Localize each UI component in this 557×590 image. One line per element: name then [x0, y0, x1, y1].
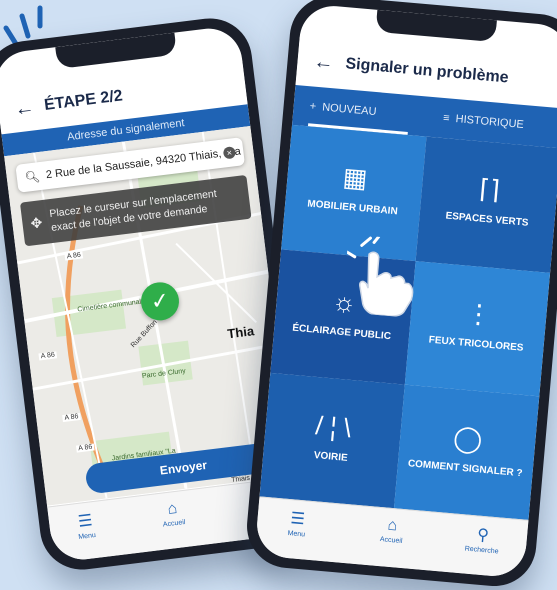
- question-icon: ◯: [452, 421, 484, 455]
- back-arrow-icon[interactable]: ←: [13, 96, 36, 121]
- phone-notch: [375, 9, 497, 43]
- tile-voirie[interactable]: / ¦ \ VOIRIE: [259, 373, 405, 510]
- tile-label: ESPACES VERTS: [445, 210, 529, 230]
- bench-icon: ▦: [341, 161, 369, 194]
- hamburger-icon: ☰: [289, 510, 306, 529]
- pointing-hand-icon: [345, 235, 414, 317]
- search-icon: 🔍︎: [24, 169, 41, 185]
- move-cursor-icon: ✥: [29, 213, 44, 231]
- tile-label: FEUX TRICOLORES: [428, 334, 524, 354]
- nav-menu[interactable]: ☰ Menu: [266, 506, 328, 540]
- tile-label: ÉCLAIRAGE PUBLIC: [291, 322, 392, 343]
- tree-icon: ⌈⌉: [478, 173, 502, 206]
- back-arrow-icon[interactable]: ←: [313, 51, 335, 76]
- tile-espaces-verts[interactable]: ⌈⌉ ESPACES VERTS: [415, 136, 557, 273]
- right-phone: ← Signaler un problème + NOUVEAU ≡ HISTO…: [243, 0, 557, 590]
- tile-label: COMMENT SIGNALER ?: [407, 457, 524, 479]
- tab-history-label: HISTORIQUE: [455, 113, 525, 131]
- category-grid: ▦ MOBILIER URBAIN ⌈⌉ ESPACES VERTS ☼ ÉCL…: [259, 124, 557, 521]
- nav-menu[interactable]: ☰ Menu: [54, 508, 117, 544]
- list-icon: ≡: [442, 111, 451, 125]
- tab-new-label: NOUVEAU: [321, 101, 377, 119]
- right-phone-screen: ← Signaler un problème + NOUVEAU ≡ HISTO…: [254, 3, 557, 579]
- tile-label: MOBILIER URBAIN: [306, 198, 399, 218]
- search-icon: ⚲: [476, 526, 490, 545]
- tile-feux-tricolores[interactable]: ⋮ FEUX TRICOLORES: [404, 260, 551, 397]
- traffic-light-icon: ⋮: [464, 297, 494, 330]
- page-title: Signaler un problème: [344, 55, 510, 87]
- nav-search[interactable]: ⚲ Recherche: [451, 522, 513, 556]
- plus-icon: +: [309, 100, 317, 113]
- road-icon: / ¦ \: [314, 409, 353, 443]
- tile-label: VOIRIE: [313, 449, 349, 464]
- home-icon: ⌂: [386, 516, 399, 535]
- page-title: ÉTAPE 2/2: [43, 87, 124, 114]
- nav-home[interactable]: ⌂ Accueil: [361, 515, 423, 547]
- phone-notch: [55, 32, 178, 70]
- nav-home[interactable]: ⌂ Accueil: [142, 497, 205, 531]
- tile-comment-signaler[interactable]: ◯ COMMENT SIGNALER ?: [393, 384, 540, 521]
